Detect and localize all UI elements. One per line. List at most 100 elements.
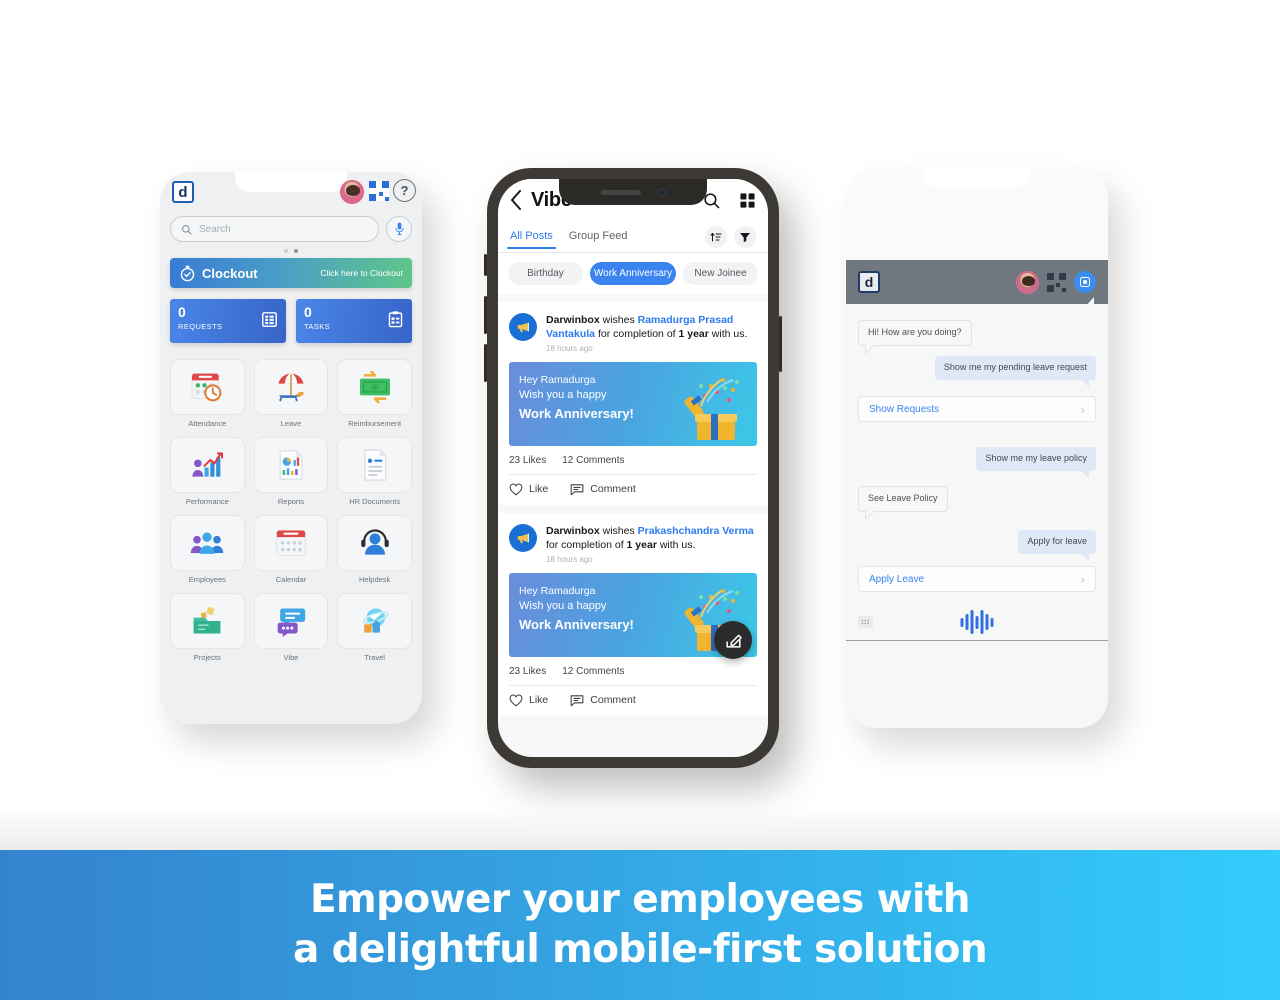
- edit-icon: [725, 634, 742, 648]
- volume-up-button[interactable]: [484, 296, 487, 334]
- post-stats: 23 Likes 12 Comments: [509, 666, 757, 677]
- carousel-dot-active[interactable]: [294, 249, 298, 253]
- app-tile-projects[interactable]: Projects: [170, 593, 245, 662]
- app-tile-reimbursement[interactable]: Reimbursement: [337, 359, 412, 428]
- voice-waveform-icon[interactable]: [960, 610, 994, 634]
- app-tile-leave[interactable]: Leave: [253, 359, 329, 428]
- speaker-grille: [600, 189, 641, 195]
- post-timestamp: 18 hours ago: [546, 554, 593, 564]
- tab-all-posts[interactable]: All Posts: [507, 230, 556, 249]
- back-icon[interactable]: [510, 190, 522, 210]
- darwinbox-logo-icon: d: [858, 271, 880, 293]
- vibe-filter-chips: Birthday Work Anniversary New Joinee: [498, 253, 768, 294]
- post-comments-count[interactable]: 12 Comments: [562, 666, 624, 677]
- post-mid: for completion of: [546, 539, 627, 552]
- compose-post-button[interactable]: [714, 621, 752, 659]
- marketing-hero: d ? Search Clockout Click here to Clocko…: [0, 0, 1280, 1000]
- comment-button[interactable]: Comment: [570, 694, 636, 707]
- megaphone-icon: [517, 322, 529, 333]
- mute-switch[interactable]: [484, 254, 487, 276]
- post-actions: Like Comment: [509, 475, 757, 496]
- help-icon[interactable]: ?: [393, 179, 416, 202]
- chip-work-anniversary[interactable]: Work Anniversary: [589, 262, 677, 285]
- tasks-tile[interactable]: 0 TASKS: [296, 299, 412, 343]
- avatar[interactable]: [340, 180, 364, 204]
- vibe-post: Darwinbox wishes Prakashchandra Verma fo…: [498, 512, 768, 716]
- grid-menu-icon[interactable]: [739, 192, 756, 209]
- app-tile-travel[interactable]: Travel: [337, 593, 412, 662]
- app-label: HR Documents: [349, 497, 401, 506]
- tasks-icon: [387, 311, 404, 333]
- post-header: Darwinbox wishes Ramadurga Prasad Vantak…: [509, 313, 757, 353]
- app-tile-calendar[interactable]: Calendar: [253, 515, 329, 584]
- app-tile-performance[interactable]: Performance: [170, 437, 245, 506]
- like-button[interactable]: Like: [509, 694, 548, 707]
- search-input[interactable]: Search: [170, 216, 379, 242]
- comment-button[interactable]: Comment: [570, 483, 636, 496]
- voice-search-button[interactable]: [386, 216, 412, 242]
- app-label: Projects: [193, 653, 221, 662]
- anniversary-card: Hey Ramadurga Wish you a happy Work Anni…: [509, 361, 757, 446]
- app-tile-vibe[interactable]: Vibe: [253, 593, 329, 662]
- app-tile-attendance[interactable]: Attendance: [170, 359, 245, 428]
- comment-icon: [570, 695, 584, 707]
- avatar[interactable]: [1016, 270, 1039, 294]
- app-tile-employees[interactable]: Employees: [170, 515, 245, 584]
- qr-code-icon[interactable]: [1047, 272, 1066, 292]
- power-button[interactable]: [779, 316, 782, 372]
- app-label: Employees: [188, 575, 226, 584]
- app-label: Vibe: [283, 653, 299, 662]
- home-topbar: d ?: [160, 172, 422, 216]
- stopwatch-icon: [180, 265, 195, 281]
- travel-icon: [337, 593, 412, 649]
- chip-birthday[interactable]: Birthday: [508, 262, 583, 285]
- post-comments-count[interactable]: 12 Comments: [562, 455, 624, 466]
- clockout-banner[interactable]: Clockout Click here to Clockout: [170, 258, 412, 288]
- helpdesk-icon: [337, 515, 412, 571]
- app-label: Travel: [364, 653, 385, 662]
- requests-tile[interactable]: 0 REQUESTS: [170, 299, 286, 343]
- chatbot-toggle-button[interactable]: [1074, 271, 1096, 293]
- keyboard-glyph-icon: [861, 619, 869, 625]
- post-recipient[interactable]: Prakashchandra Verma: [638, 525, 754, 537]
- chat-bubble-outgoing: Show me my leave policy: [976, 447, 1096, 478]
- front-camera: [656, 187, 666, 197]
- app-label: Reports: [277, 497, 305, 506]
- app-tile-helpdesk[interactable]: Helpdesk: [337, 515, 412, 584]
- phone-vibe-screen: Vibe All Posts Group Feed Birthday Work …: [484, 168, 782, 768]
- comment-icon: [570, 484, 584, 496]
- action-label: Apply Leave: [869, 573, 925, 585]
- chip-new-joinee[interactable]: New Joinee: [683, 262, 758, 285]
- chat-conversation: Hi! How are you doing? Show me my pendin…: [846, 297, 1108, 728]
- app-label: Reimbursement: [348, 419, 402, 428]
- qr-code-icon[interactable]: [369, 181, 389, 201]
- post-duration: 1 year: [678, 328, 709, 341]
- tab-group-feed[interactable]: Group Feed: [569, 230, 628, 249]
- summary-tiles: 0 REQUESTS 0 TASKS: [170, 299, 412, 343]
- chevron-right-icon: ›: [1080, 401, 1085, 417]
- post-author: Darwinbox: [546, 314, 600, 326]
- chat-action-apply-leave[interactable]: Apply Leave ›: [858, 566, 1096, 592]
- chat-bubble-incoming: See Leave Policy: [858, 486, 948, 520]
- leave-icon: [253, 359, 329, 415]
- like-button[interactable]: Like: [509, 483, 548, 496]
- volume-down-button[interactable]: [484, 344, 487, 382]
- app-tile-hr-documents[interactable]: HR Documents: [337, 437, 412, 506]
- sort-button[interactable]: [705, 225, 727, 248]
- app-tile-reports[interactable]: Reports: [253, 437, 329, 506]
- hr-documents-icon: [337, 437, 412, 493]
- phone-chatbot-screen: d Hi! How are you doing? Show me my pend…: [846, 168, 1108, 728]
- post-likes-count: 23 Likes: [509, 665, 547, 677]
- post-text: Darwinbox wishes Prakashchandra Verma fo…: [546, 524, 757, 553]
- chevron-right-icon: ›: [1080, 571, 1085, 587]
- carousel-dot[interactable]: [284, 249, 288, 253]
- carousel-dots: [160, 249, 422, 253]
- chat-bubble-outgoing: Show me my pending leave request: [934, 356, 1096, 387]
- keyboard-icon[interactable]: [858, 616, 873, 628]
- chat-action-show-requests[interactable]: Show Requests ›: [858, 396, 1096, 422]
- post-verb: wishes: [599, 524, 638, 537]
- filter-button[interactable]: [734, 225, 756, 248]
- phone-notch: [923, 168, 1031, 187]
- tagline-banner: Empower your employees with a delightful…: [0, 850, 1280, 1000]
- clockout-hint: Click here to Clockout: [320, 268, 403, 278]
